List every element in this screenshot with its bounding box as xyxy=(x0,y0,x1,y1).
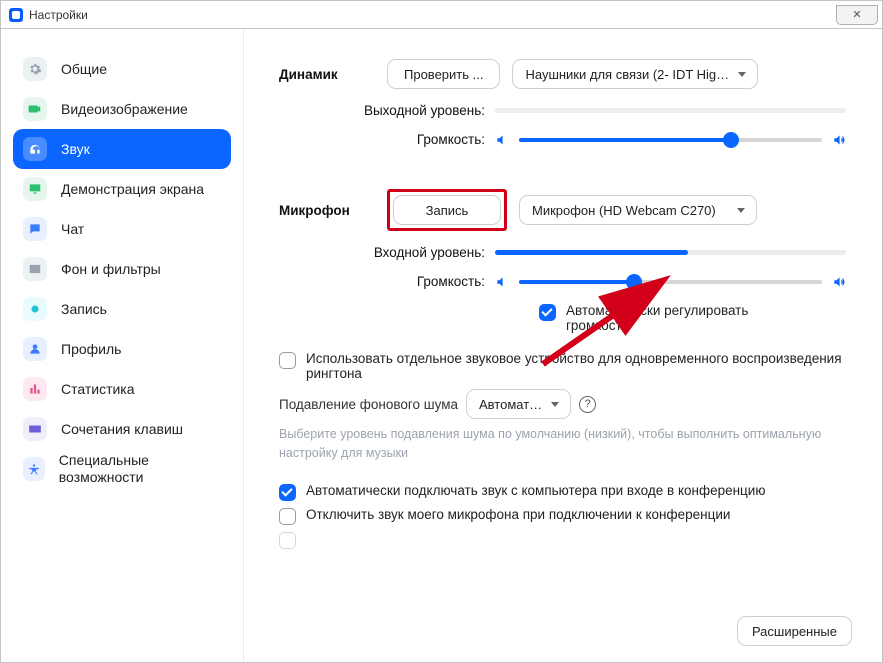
stats-icon xyxy=(23,377,47,401)
sidebar-item-label: Статистика xyxy=(61,381,135,398)
mic-input-meter xyxy=(495,250,846,255)
mic-record-button[interactable]: Запись xyxy=(393,195,501,225)
mic-input-row: Входной уровень: xyxy=(279,245,846,260)
keyboard-icon xyxy=(23,417,47,441)
background-icon xyxy=(23,257,47,281)
mic-input-label: Входной уровень: xyxy=(279,245,495,260)
mic-autogain-label: Автоматически регулировать громкость xyxy=(566,303,799,333)
sidebar-item-general[interactable]: Общие xyxy=(13,49,231,89)
app-icon xyxy=(9,8,23,22)
sidebar-item-chat[interactable]: Чат xyxy=(13,209,231,249)
mic-volume-row: Громкость: xyxy=(279,274,846,289)
speaker-output-meter xyxy=(495,108,846,113)
volume-high-icon xyxy=(832,133,846,147)
chat-icon xyxy=(23,217,47,241)
autojoin-label: Автоматически подключать звук с компьюте… xyxy=(306,483,846,498)
profile-icon xyxy=(23,337,47,361)
mute-on-join-label: Отключить звук моего микрофона при подкл… xyxy=(306,507,846,522)
mic-row: Микрофон Запись Микрофон (HD Webcam C270… xyxy=(279,189,846,231)
gear-icon xyxy=(23,57,47,81)
sidebar-item-label: Запись xyxy=(61,301,107,318)
speaker-test-button[interactable]: Проверить ... xyxy=(387,59,500,89)
speaker-row: Динамик Проверить ... Наушники для связи… xyxy=(279,59,846,89)
camera-icon xyxy=(23,97,47,121)
sidebar-item-share[interactable]: Демонстрация экрана xyxy=(13,169,231,209)
separate-device-row: Использовать отдельное звуковое устройст… xyxy=(279,351,846,381)
mic-volume-label: Громкость: xyxy=(279,274,495,289)
speaker-heading: Динамик xyxy=(279,67,387,82)
noise-label: Подавление фонового шума xyxy=(279,397,458,412)
sidebar-item-stats[interactable]: Статистика xyxy=(13,369,231,409)
speaker-volume-slider[interactable] xyxy=(519,138,822,142)
sidebar-item-label: Общие xyxy=(61,61,107,78)
sidebar-item-label: Сочетания клавиш xyxy=(61,421,183,438)
volume-low-icon xyxy=(495,133,509,147)
help-icon[interactable]: ? xyxy=(579,396,596,413)
sidebar-item-label: Профиль xyxy=(61,341,121,358)
window-title: Настройки xyxy=(29,8,88,22)
mic-volume-slider[interactable] xyxy=(519,280,822,284)
sidebar-item-label: Звук xyxy=(61,141,90,158)
noise-select[interactable]: Автомат… xyxy=(466,389,571,419)
mic-device-select[interactable]: Микрофон (HD Webcam C270) xyxy=(519,195,757,225)
separate-device-label: Использовать отдельное звуковое устройст… xyxy=(306,351,846,381)
volume-low-icon xyxy=(495,275,509,289)
mic-heading: Микрофон xyxy=(279,203,387,218)
speaker-device-select[interactable]: Наушники для связи (2- IDT Hig… xyxy=(512,59,758,89)
sidebar-item-label: Видеоизображение xyxy=(61,101,188,118)
sidebar-item-background[interactable]: Фон и фильтры xyxy=(13,249,231,289)
autojoin-checkbox[interactable] xyxy=(279,484,296,501)
sidebar-item-label: Специальные возможности xyxy=(59,452,221,486)
mic-input-fill xyxy=(495,250,688,255)
truncated-checkbox[interactable] xyxy=(279,532,296,549)
mic-autogain-row: Автоматически регулировать громкость xyxy=(539,303,799,333)
headphones-icon xyxy=(23,137,47,161)
speaker-output-label: Выходной уровень: xyxy=(279,103,495,118)
mute-on-join-checkbox[interactable] xyxy=(279,508,296,525)
sidebar-item-video[interactable]: Видеоизображение xyxy=(13,89,231,129)
mute-on-join-row: Отключить звук моего микрофона при подкл… xyxy=(279,507,846,525)
accessibility-icon xyxy=(23,457,45,481)
volume-high-icon xyxy=(832,275,846,289)
record-icon xyxy=(23,297,47,321)
annotation-highlight-box: Запись xyxy=(387,189,507,231)
advanced-button[interactable]: Расширенные xyxy=(737,616,852,646)
sidebar-item-profile[interactable]: Профиль xyxy=(13,329,231,369)
share-screen-icon xyxy=(23,177,47,201)
titlebar: Настройки ✕ xyxy=(0,0,883,28)
audio-settings-panel: Динамик Проверить ... Наушники для связи… xyxy=(243,29,882,662)
autojoin-row: Автоматически подключать звук с компьюте… xyxy=(279,483,846,501)
sidebar-item-label: Демонстрация экрана xyxy=(61,181,204,198)
footer: Расширенные xyxy=(737,616,852,646)
sidebar-item-recording[interactable]: Запись xyxy=(13,289,231,329)
separate-device-checkbox[interactable] xyxy=(279,352,296,369)
speaker-output-row: Выходной уровень: xyxy=(279,103,846,118)
settings-window: Общие Видеоизображение Звук Демонстрация… xyxy=(0,28,883,663)
sidebar-item-audio[interactable]: Звук xyxy=(13,129,231,169)
speaker-volume-row: Громкость: xyxy=(279,132,846,147)
mic-autogain-checkbox[interactable] xyxy=(539,304,556,321)
sidebar-item-shortcuts[interactable]: Сочетания клавиш xyxy=(13,409,231,449)
window-close-button[interactable]: ✕ xyxy=(836,5,878,25)
noise-hint: Выберите уровень подавления шума по умол… xyxy=(279,425,846,463)
sidebar-item-accessibility[interactable]: Специальные возможности xyxy=(13,449,231,489)
truncated-row xyxy=(279,531,846,549)
noise-row: Подавление фонового шума Автомат… ? xyxy=(279,389,846,419)
sidebar-item-label: Фон и фильтры xyxy=(61,261,161,278)
speaker-volume-label: Громкость: xyxy=(279,132,495,147)
close-icon: ✕ xyxy=(852,8,861,21)
sidebar-item-label: Чат xyxy=(61,221,84,238)
sidebar: Общие Видеоизображение Звук Демонстрация… xyxy=(1,29,243,662)
